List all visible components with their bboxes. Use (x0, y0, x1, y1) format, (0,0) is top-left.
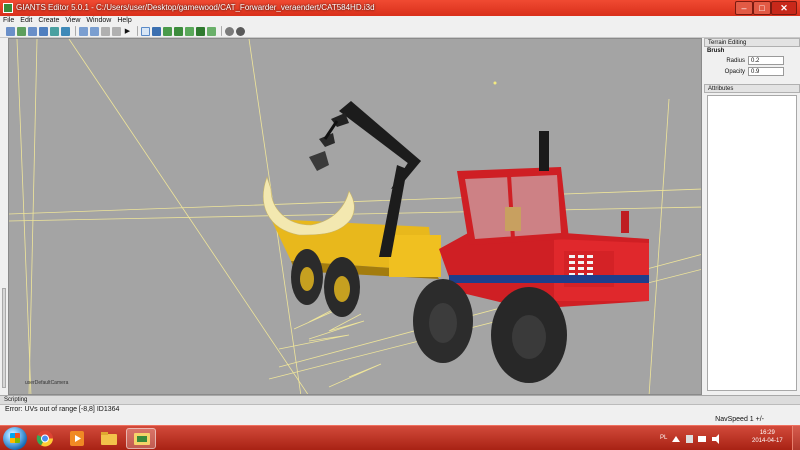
menu-view[interactable]: View (62, 16, 83, 25)
system-tray: PL (660, 430, 760, 448)
giants-editor-task-icon[interactable] (126, 428, 156, 449)
language-indicator[interactable]: PL (660, 435, 667, 441)
media-player-task-icon[interactable] (62, 428, 92, 449)
clock-date: 2014-04-17 (752, 438, 783, 444)
light-point (493, 81, 497, 85)
window-title: GIANTS Editor 5.0.1 - C:/Users/user/Desk… (16, 3, 375, 12)
close-button[interactable]: ✕ (771, 1, 797, 15)
scripting-panel: Scripting Error: UVs out of range [-8,8]… (0, 395, 800, 425)
menu-file[interactable]: File (0, 16, 17, 25)
copy-icon[interactable] (112, 26, 121, 36)
left-dock-strip (0, 38, 8, 395)
3d-viewport[interactable]: userDefaultCamera (8, 38, 702, 395)
flag-icon (686, 435, 693, 443)
navspeed-label: NavSpeed 1 +/- (715, 416, 764, 423)
move-tool-icon[interactable] (152, 26, 161, 36)
show-desktop-button[interactable] (792, 426, 800, 450)
terrain-raise-icon[interactable] (163, 26, 172, 36)
new-file-icon[interactable] (6, 26, 15, 36)
menu-create[interactable]: Create (35, 16, 62, 25)
toolbar-separator (221, 26, 222, 36)
attributes-header: Attributes (704, 84, 800, 93)
maximize-button[interactable]: □ (753, 1, 771, 15)
terrain-lower-icon[interactable] (174, 26, 183, 36)
taskbar: PL 16:29 2014-04-17 (0, 425, 800, 450)
toolbar-separator (75, 26, 76, 36)
help-icon[interactable] (236, 26, 245, 36)
app-icon (3, 3, 13, 13)
camera-frustum-lines (9, 39, 701, 394)
opacity-input[interactable]: 0.9 (748, 67, 784, 76)
scripting-output-line (0, 414, 800, 420)
terrain-paint-icon[interactable] (196, 26, 205, 36)
minimize-button[interactable]: – (735, 1, 753, 15)
terrain-editing-panel: Terrain Editing Brush Radius 0.2 Opacity… (704, 38, 800, 84)
title-bar: GIANTS Editor 5.0.1 - C:/Users/user/Desk… (0, 0, 800, 16)
toolbar: ▶ (0, 25, 800, 38)
start-button[interactable] (3, 427, 27, 450)
right-dock: Terrain Editing Brush Radius 0.2 Opacity… (704, 38, 800, 395)
opacity-row: Opacity 0.9 (704, 66, 800, 77)
settings-icon[interactable] (225, 26, 234, 36)
save-as-icon[interactable] (39, 26, 48, 36)
cut-icon[interactable] (101, 26, 110, 36)
terrain-smooth-icon[interactable] (185, 26, 194, 36)
menu-help[interactable]: Help (114, 16, 134, 25)
attributes-body[interactable] (707, 95, 797, 391)
radius-input[interactable]: 0.2 (748, 56, 784, 65)
vertical-scrollbar[interactable] (2, 288, 6, 388)
clock-time: 16:29 (759, 430, 775, 436)
foliage-paint-icon[interactable] (207, 26, 216, 36)
undo-icon[interactable] (79, 26, 88, 36)
play-icon[interactable]: ▶ (123, 27, 132, 36)
menu-bar: File Edit Create View Window Help (0, 16, 800, 25)
import-icon[interactable] (50, 26, 59, 36)
network-icon (698, 436, 706, 442)
folder-task-icon[interactable] (94, 428, 124, 449)
toolbar-separator (137, 26, 138, 36)
clock[interactable]: 16:29 2014-04-17 (752, 429, 783, 445)
select-tool-icon[interactable] (141, 26, 150, 36)
menu-edit[interactable]: Edit (17, 16, 35, 25)
export-icon[interactable] (61, 26, 70, 36)
scripting-header: Scripting (0, 396, 800, 405)
volume-icon (712, 434, 719, 444)
radius-label: Radius (726, 57, 745, 64)
attributes-panel: Attributes (704, 84, 800, 395)
chrome-task-icon[interactable] (30, 428, 60, 449)
tray-icons (672, 434, 719, 444)
scripting-error-line[interactable]: Error: UVs out of range [-8,8] ID1364 (0, 405, 800, 414)
scene-render (9, 39, 701, 394)
terrain-editing-header: Terrain Editing (704, 38, 800, 47)
radius-row: Radius 0.2 (704, 55, 800, 66)
main-area: userDefaultCamera Terrain Editing Brush … (0, 38, 800, 395)
camera-label: userDefaultCamera (25, 380, 69, 386)
open-file-icon[interactable] (17, 26, 26, 36)
menu-window[interactable]: Window (83, 16, 114, 25)
save-icon[interactable] (28, 26, 37, 36)
redo-icon[interactable] (90, 26, 99, 36)
tray-expand-icon (672, 436, 680, 442)
opacity-label: Opacity (724, 68, 745, 75)
brush-label: Brush (707, 48, 725, 54)
